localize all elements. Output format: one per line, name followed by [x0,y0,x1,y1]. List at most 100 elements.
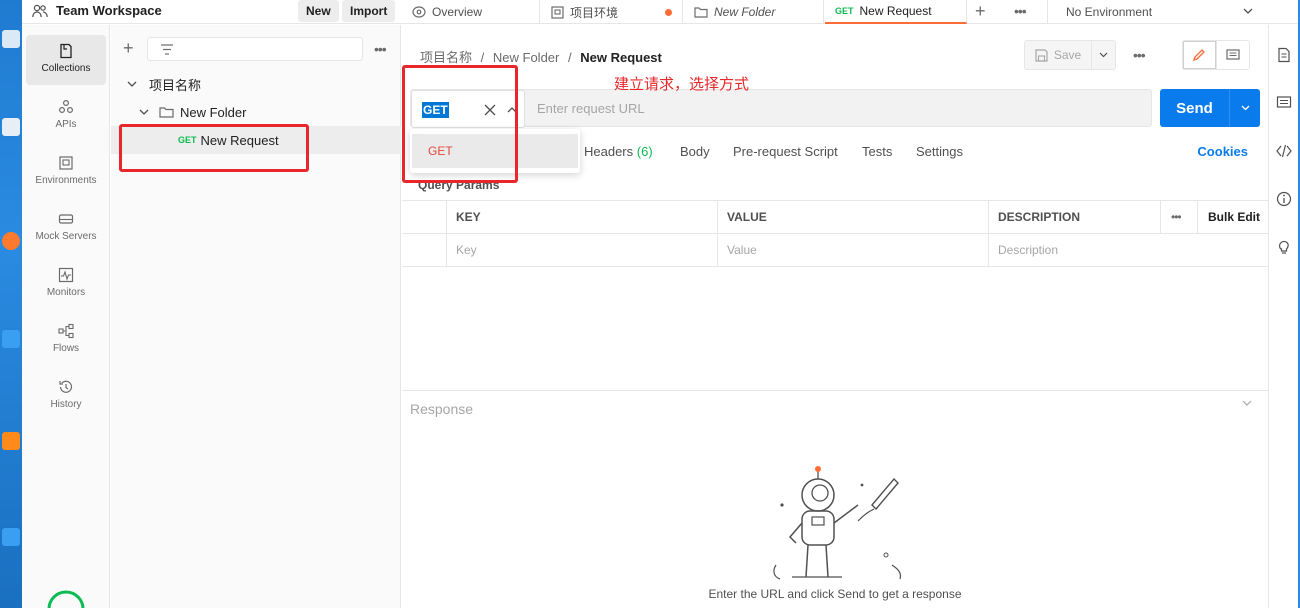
team-icon [32,4,48,17]
add-tab-icon[interactable]: + [975,2,986,20]
folder-name: New Folder [180,104,247,120]
comments-button[interactable] [1217,41,1250,69]
unsaved-indicator [665,9,672,16]
tab-project-environment[interactable]: 项目环境 [541,0,683,24]
save-label: Save [1053,48,1082,62]
desktop-icon[interactable] [2,232,20,250]
breadcrumb-separator: / [567,50,572,65]
url-input[interactable]: Enter request URL [537,101,645,116]
annotation-text: 建立请求，选择方式 [614,75,750,93]
add-collection-icon[interactable]: + [123,39,134,57]
response-empty-message: Enter the URL and click Send to get a re… [708,587,962,601]
desktop-icon[interactable] [2,528,20,546]
tab-body[interactable]: Body [680,144,710,159]
chevron-down-icon [1243,8,1253,14]
chevron-down-icon [1099,52,1108,58]
workspace-switcher[interactable]: Team Workspace [32,3,162,18]
breadcrumb-collection[interactable]: 项目名称 [420,50,472,65]
tab-overview[interactable]: Overview [402,0,540,24]
chevron-down-icon [1241,105,1249,111]
column-header-key: KEY [446,201,717,234]
nav-environments[interactable]: Environments [26,147,106,197]
tree-collection[interactable]: 项目名称 [111,70,401,98]
tab-tests[interactable]: Tests [862,144,892,159]
tab-new-request[interactable]: GET New Request [825,0,967,24]
chevron-down-icon[interactable] [1242,400,1252,407]
tab-label: 项目环境 [570,5,619,20]
column-header-description: DESCRIPTION [988,201,1160,234]
breadcrumb-folder[interactable]: New Folder [493,50,559,65]
code-icon[interactable] [1276,143,1292,159]
nav-label: Collections [41,63,91,74]
key-input[interactable]: Key [446,234,717,267]
nav-monitors[interactable]: Monitors [26,259,106,309]
history-icon [59,380,73,393]
environment-selector[interactable]: No Environment [1047,0,1263,24]
breadcrumb-separator: / [480,50,485,65]
headers-count: (6) [636,144,653,159]
filter-icon [161,44,173,55]
environment-label: No Environment [1066,5,1153,19]
environments-icon [59,156,73,170]
send-options-button[interactable] [1230,89,1260,127]
nav-label: Flows [52,343,80,354]
breadcrumb-request: New Request [580,50,662,65]
info-icon[interactable] [1276,191,1292,207]
desktop-strip [0,0,22,608]
desktop-icon[interactable] [2,30,20,48]
value-input[interactable]: Value [717,234,988,267]
comment-icon[interactable] [1276,95,1292,111]
save-options-button[interactable] [1092,40,1116,70]
flows-icon [58,323,74,339]
top-bar: Team Workspace New Import Overview 项目环境 … [22,0,1298,24]
save-button[interactable]: Save [1024,40,1092,70]
collection-name: 项目名称 [149,77,202,93]
sidebar-more-icon[interactable]: ••• [374,41,387,57]
save-icon [1035,48,1048,62]
postman-window: Team Workspace New Import Overview 项目环境 … [22,0,1298,608]
more-tabs-icon[interactable]: ••• [1014,3,1027,19]
nav-mock-servers[interactable]: Mock Servers [26,203,106,253]
nav-label: APIs [55,119,77,130]
description-input[interactable]: Description [988,234,1268,267]
nav-label: Mock Servers [35,231,97,242]
bulk-edit-button[interactable]: Bulk Edit [1197,201,1268,234]
desktop-icon[interactable] [2,432,20,450]
nav-collections[interactable]: Collections [26,35,106,85]
query-params-table: KEY VALUE DESCRIPTION ••• Bulk Edit Key … [402,200,1268,267]
request-more-icon[interactable]: ••• [1133,47,1146,63]
comment-icon [1226,48,1240,60]
response-divider[interactable] [402,390,1268,391]
filter-input[interactable] [147,37,363,61]
documentation-icon[interactable] [1276,47,1292,63]
monitors-icon [58,267,74,283]
nav-apis[interactable]: APIs [26,91,106,141]
tab-headers[interactable]: Headers (6) [584,144,653,159]
edit-mode-button[interactable] [1183,41,1217,69]
sidebar-toolbar: + ••• [111,37,401,63]
astronaut-illustration [773,466,902,580]
tab-label: New Request [859,4,932,18]
tab-pre-request-script[interactable]: Pre-request Script [733,144,838,159]
desktop-icon[interactable] [2,118,20,136]
nav-history[interactable]: History [26,371,106,421]
nav-flows[interactable]: Flows [26,315,106,365]
collections-sidebar: + ••• 项目名称 New Folder GET New Request [111,25,401,608]
tab-label: Overview [432,5,483,19]
import-button[interactable]: Import [342,0,396,22]
send-button[interactable]: Send [1160,89,1230,127]
desktop-icon[interactable] [2,330,20,348]
tab-settings[interactable]: Settings [916,144,963,159]
table-more-icon[interactable]: ••• [1160,201,1197,234]
tree-folder[interactable]: New Folder [111,98,401,126]
highlight-box [119,124,309,172]
overview-icon [412,6,426,18]
send-group: Send [1160,89,1260,127]
table-header-row: KEY VALUE DESCRIPTION ••• Bulk Edit [402,201,1268,234]
tab-new-folder[interactable]: New Folder [684,0,824,24]
request-editor: 项目名称 / New Folder / New Request Save ••• [402,25,1268,608]
lightbulb-icon[interactable] [1276,239,1292,255]
tab-label: New Folder [714,5,776,19]
cookies-link[interactable]: Cookies [1197,144,1248,159]
new-button[interactable]: New [298,0,339,22]
